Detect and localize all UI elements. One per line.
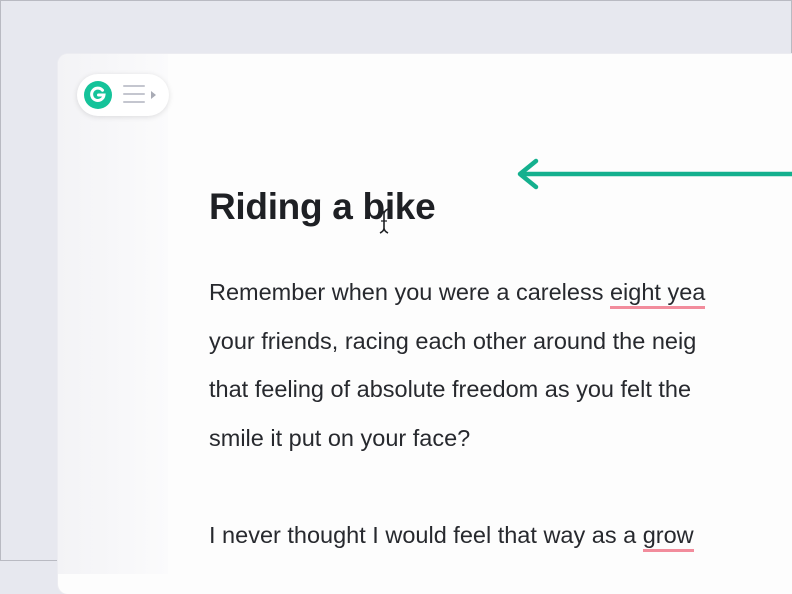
document-title[interactable]: Riding a bike xyxy=(209,186,436,228)
editor-margin xyxy=(58,54,168,574)
document-body[interactable]: Remember when you were a careless eight … xyxy=(209,268,792,559)
caret-right-icon xyxy=(151,91,156,99)
flagged-word[interactable]: grow xyxy=(642,521,694,552)
text-segment: that feeling of absolute freedom as you … xyxy=(209,376,692,402)
grammarly-logo-icon[interactable] xyxy=(84,81,112,109)
text-line: that feeling of absolute freedom as you … xyxy=(209,365,792,414)
flagged-word[interactable]: eight yea xyxy=(609,279,706,309)
left-arrow-icon xyxy=(517,158,792,190)
text-segment: your friends, racing each other around t… xyxy=(209,327,697,354)
grammarly-widget[interactable] xyxy=(77,74,169,116)
text-line: smile it put on your face? xyxy=(209,414,792,463)
g-letter-icon xyxy=(90,86,106,102)
text-line: your friends, racing each other around t… xyxy=(209,317,792,366)
hamburger-menu-icon[interactable] xyxy=(123,85,145,105)
text-segment: Remember when you were a careless xyxy=(209,279,610,305)
text-cursor-icon xyxy=(379,208,389,234)
text-line: Remember when you were a careless eight … xyxy=(209,268,792,317)
text-segment: I never thought I would feel that way as… xyxy=(209,521,643,548)
text-line: I never thought I would feel that way as… xyxy=(209,511,792,560)
text-segment: smile it put on your face? xyxy=(209,424,471,451)
